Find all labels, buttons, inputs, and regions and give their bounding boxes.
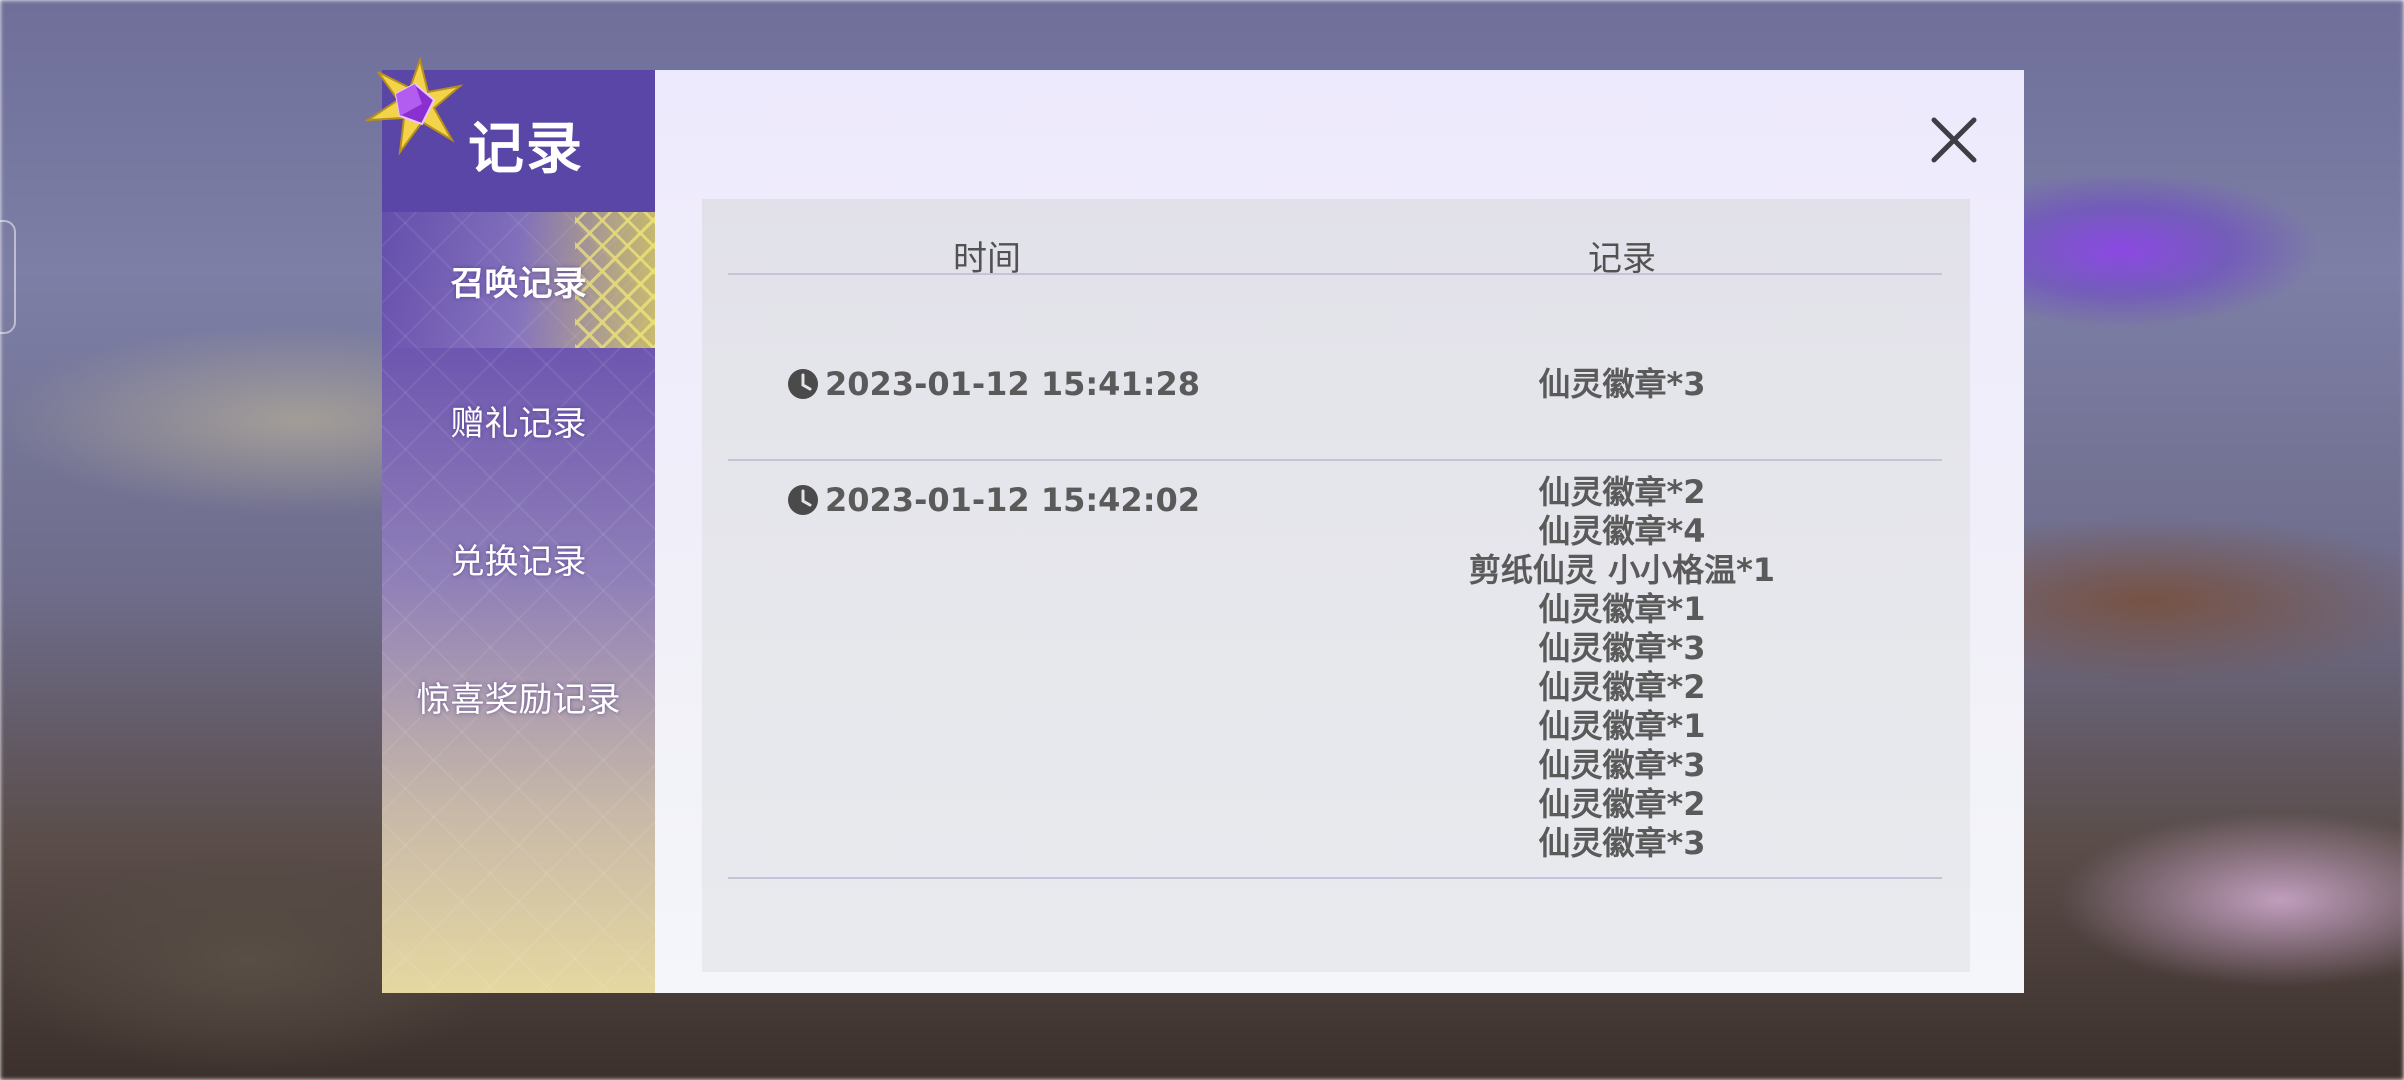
sidebar-item-gift-record[interactable]: 赠礼记录 bbox=[382, 352, 655, 488]
sidebar: 召唤记录 赠礼记录 兑换记录 惊喜奖励记录 bbox=[382, 70, 655, 993]
record-item: 仙灵徽章*2 bbox=[1538, 668, 1706, 706]
table-row-records: 仙灵徽章*3 bbox=[1302, 365, 1942, 404]
table-row-time: 2023-01-12 15:41:28 bbox=[787, 365, 1200, 403]
record-item: 仙灵徽章*2 bbox=[1538, 473, 1706, 511]
edge-hex-icon bbox=[0, 220, 16, 334]
sidebar-item-summon-record[interactable]: 召唤记录 bbox=[382, 212, 655, 348]
close-icon[interactable] bbox=[1928, 114, 1980, 166]
clock-icon bbox=[788, 485, 818, 515]
sidebar-item-label: 召唤记录 bbox=[450, 263, 587, 304]
record-dialog: 召唤记录 赠礼记录 兑换记录 惊喜奖励记录 记录 时间 记录 2023-01-1… bbox=[364, 56, 2024, 993]
record-item: 仙灵徽章*3 bbox=[1538, 365, 1706, 403]
sidebar-item-label: 惊喜奖励记录 bbox=[416, 679, 621, 720]
sidebar-item-surprise-reward-record[interactable]: 惊喜奖励记录 bbox=[382, 628, 655, 764]
row-timestamp: 2023-01-12 15:41:28 bbox=[825, 365, 1201, 403]
purple-gem-star-icon bbox=[364, 56, 464, 156]
table-row-time: 2023-01-12 15:42:02 bbox=[787, 481, 1200, 519]
dialog-title: 记录 bbox=[468, 117, 584, 182]
clock-icon bbox=[788, 369, 818, 399]
row-timestamp: 2023-01-12 15:42:02 bbox=[825, 481, 1201, 519]
record-item: 仙灵徽章*3 bbox=[1538, 746, 1706, 784]
record-item: 仙灵徽章*3 bbox=[1538, 629, 1706, 667]
header-divider bbox=[728, 273, 1942, 275]
record-table: 时间 记录 2023-01-12 15:41:28 仙灵徽章*3 2023-01… bbox=[702, 199, 1970, 972]
record-item: 仙灵徽章*1 bbox=[1538, 590, 1706, 628]
table-row-records: 仙灵徽章*2 仙灵徽章*4 剪纸仙灵 小小格温*1 仙灵徽章*1 仙灵徽章*3 … bbox=[1302, 473, 1942, 863]
record-item: 仙灵徽章*1 bbox=[1538, 707, 1706, 745]
record-item: 仙灵徽章*2 bbox=[1538, 785, 1706, 823]
sidebar-item-label: 赠礼记录 bbox=[450, 403, 587, 444]
row-divider bbox=[728, 877, 1942, 879]
record-item: 仙灵徽章*4 bbox=[1538, 512, 1706, 550]
record-item: 剪纸仙灵 小小格温*1 bbox=[1468, 551, 1776, 589]
sidebar-item-label: 兑换记录 bbox=[450, 541, 587, 582]
content-panel: 时间 记录 2023-01-12 15:41:28 仙灵徽章*3 2023-01… bbox=[655, 70, 2024, 993]
row-divider bbox=[728, 459, 1942, 461]
record-item: 仙灵徽章*3 bbox=[1538, 824, 1706, 862]
sidebar-item-exchange-record[interactable]: 兑换记录 bbox=[382, 490, 655, 626]
